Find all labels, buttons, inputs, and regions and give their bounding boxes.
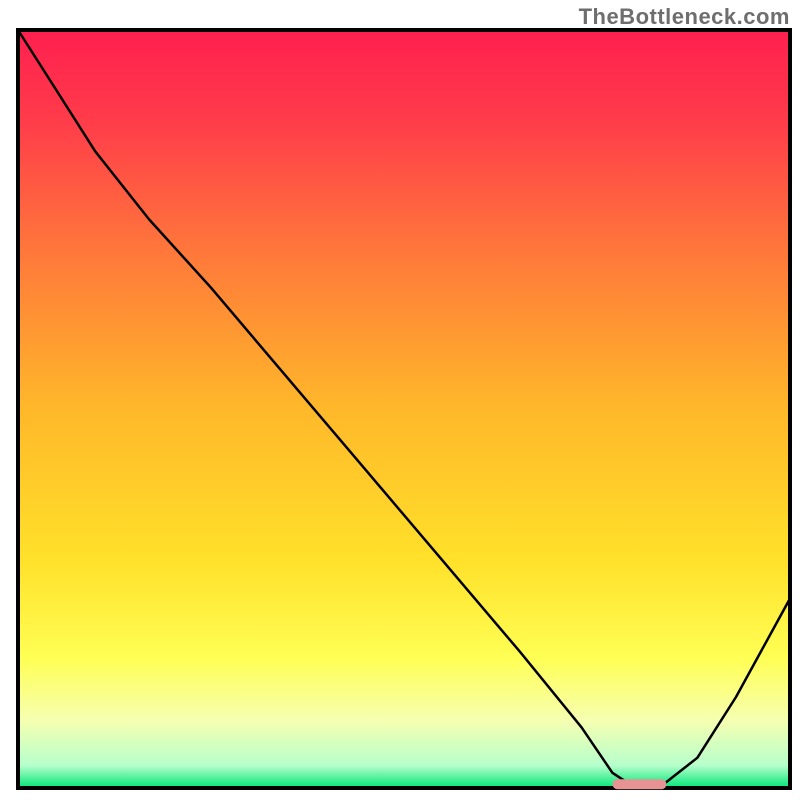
watermark-text: TheBottleneck.com [579, 4, 790, 30]
chart-svg [0, 0, 800, 800]
minimum-marker [612, 779, 666, 789]
gradient-background [18, 30, 790, 788]
chart-frame: { "watermark": "TheBottleneck.com", "cha… [0, 0, 800, 800]
plot-area [18, 30, 790, 789]
